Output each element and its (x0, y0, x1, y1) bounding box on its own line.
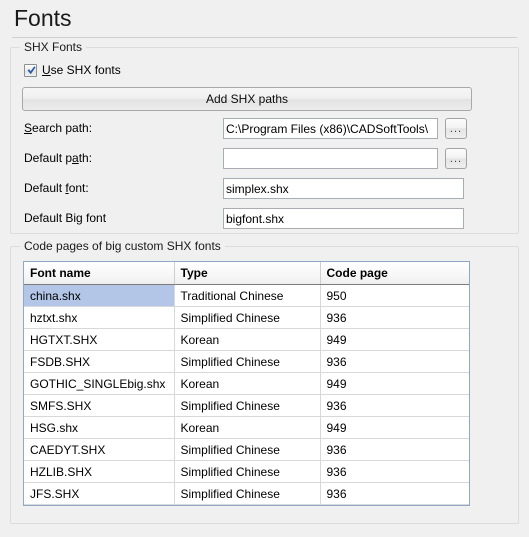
cell-font-name[interactable]: HSG.shx (24, 416, 175, 439)
cell-type[interactable]: Korean (174, 328, 321, 351)
cell-font-name[interactable]: JFS.SHX (24, 482, 175, 505)
cell-code-page[interactable]: 949 (320, 372, 469, 395)
table-row[interactable]: hztxt.shx Simplified Chinese 936 (24, 306, 469, 329)
default-font-label: Default font: (24, 181, 89, 195)
search-path-row: Search path: ... (11, 118, 518, 140)
table-row[interactable]: JFS.SHX Simplified Chinese 936 (24, 482, 469, 505)
column-header-type[interactable]: Type (174, 262, 321, 285)
code-pages-table[interactable]: Font name Type Code page china.shx Tradit… (23, 261, 470, 506)
cell-font-name[interactable]: FSDB.SHX (24, 350, 175, 373)
empty-cell (174, 504, 320, 505)
default-font-input[interactable] (223, 178, 464, 199)
cell-type[interactable]: Korean (174, 416, 321, 439)
empty-cell (24, 504, 174, 505)
label-rest: ont: (68, 181, 89, 195)
cell-type[interactable]: Simplified Chinese (174, 482, 321, 505)
cell-code-page[interactable]: 950 (320, 284, 469, 307)
label-rest: se SHX fonts (50, 63, 121, 77)
cell-type[interactable]: Simplified Chinese (174, 394, 321, 417)
accel-char: U (42, 63, 51, 77)
heading-divider (12, 37, 517, 38)
code-pages-group-title: Code pages of big custom SHX fonts (20, 239, 225, 253)
cell-font-name[interactable]: CAEDYT.SHX (24, 438, 175, 461)
checkmark-icon (27, 65, 36, 74)
label-pre: Default p (24, 151, 73, 165)
default-big-font-row: Default Big font (11, 208, 518, 230)
table-row[interactable]: china.shx Traditional Chinese 950 (24, 284, 469, 307)
accel-char: a (72, 151, 79, 165)
label-rest: th: (78, 151, 93, 165)
cell-code-page[interactable]: 949 (320, 328, 469, 351)
shx-fonts-groupbox: SHX Fonts Use SHX fonts Add SHX paths Se… (10, 40, 519, 234)
cell-type[interactable]: Simplified Chinese (174, 306, 321, 329)
shx-fonts-group-title: SHX Fonts (20, 40, 87, 54)
fonts-grid: Font name Type Code page china.shx Tradit… (24, 262, 469, 505)
label-rest: earch path: (32, 121, 93, 135)
cell-type[interactable]: Korean (174, 372, 321, 395)
cell-type[interactable]: Simplified Chinese (174, 460, 321, 483)
page-title: Fonts (14, 5, 72, 31)
table-row[interactable]: CAEDYT.SHX Simplified Chinese 936 (24, 438, 469, 461)
table-row[interactable]: HZLIB.SHX Simplified Chinese 936 (24, 460, 469, 483)
cell-code-page[interactable]: 936 (320, 306, 469, 329)
search-path-browse-button[interactable]: ... (445, 118, 467, 139)
cell-code-page[interactable]: 936 (320, 482, 469, 505)
cell-code-page[interactable]: 949 (320, 416, 469, 439)
cell-type[interactable]: Simplified Chinese (174, 438, 321, 461)
accel-char: S (24, 121, 33, 135)
table-body: china.shx Traditional Chinese 950 hztxt.shx… (24, 284, 469, 505)
use-shx-fonts-label: Use SHX fonts (42, 63, 121, 77)
use-shx-fonts-checkbox[interactable]: Use SHX fonts (24, 63, 121, 77)
code-pages-groupbox: Code pages of big custom SHX fonts Font … (10, 239, 519, 524)
table-row[interactable]: GOTHIC_SINGLEbig.shx Korean 949 (24, 372, 469, 395)
default-font-row: Default font: (11, 178, 518, 200)
column-header-code-page[interactable]: Code page (320, 262, 469, 285)
default-path-input[interactable] (223, 148, 438, 169)
cell-font-name[interactable]: HGTXT.SHX (24, 328, 175, 351)
default-big-font-label: Default Big font (24, 211, 107, 225)
default-big-font-input[interactable] (223, 208, 464, 229)
search-path-label: Search path: (24, 121, 92, 135)
cell-font-name[interactable]: china.shx (24, 284, 175, 307)
cell-code-page[interactable]: 936 (320, 438, 469, 461)
column-header-font-name[interactable]: Font name (24, 262, 175, 285)
cell-code-page[interactable]: 936 (320, 350, 469, 373)
cell-font-name[interactable]: hztxt.shx (24, 306, 175, 329)
table-empty-row (24, 504, 469, 505)
table-row[interactable]: FSDB.SHX Simplified Chinese 936 (24, 350, 469, 373)
cell-font-name[interactable]: GOTHIC_SINGLEbig.shx (24, 372, 175, 395)
cell-font-name[interactable]: SMFS.SHX (24, 394, 175, 417)
empty-cell (320, 504, 469, 505)
checkbox-box[interactable] (24, 63, 37, 77)
cell-type[interactable]: Traditional Chinese (174, 284, 321, 307)
table-row[interactable]: SMFS.SHX Simplified Chinese 936 (24, 394, 469, 417)
table-header-row: Font name Type Code page (24, 262, 469, 285)
default-path-label: Default path: (24, 151, 92, 165)
table-row[interactable]: HGTXT.SHX Korean 949 (24, 328, 469, 351)
add-shx-paths-button[interactable]: Add SHX paths (22, 87, 472, 111)
cell-type[interactable]: Simplified Chinese (174, 350, 321, 373)
cell-code-page[interactable]: 936 (320, 460, 469, 483)
search-path-input[interactable] (223, 118, 438, 139)
table-row[interactable]: HSG.shx Korean 949 (24, 416, 469, 439)
default-path-browse-button[interactable]: ... (445, 148, 467, 169)
default-path-row: Default path: ... (11, 148, 518, 170)
cell-font-name[interactable]: HZLIB.SHX (24, 460, 175, 483)
label-pre: Default (24, 181, 66, 195)
cell-code-page[interactable]: 936 (320, 394, 469, 417)
